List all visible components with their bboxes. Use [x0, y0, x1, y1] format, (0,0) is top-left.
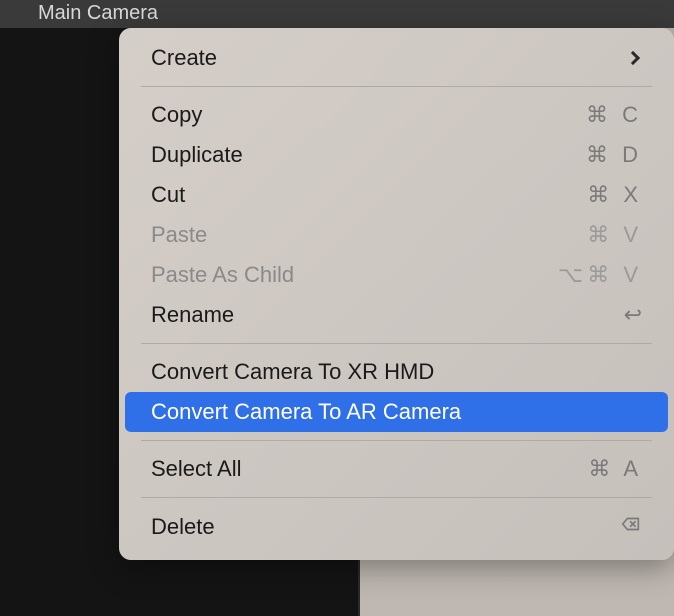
- menu-item-paste-as-child: Paste As Child ⌥⌘ V: [125, 255, 668, 295]
- menu-item-cut[interactable]: Cut ⌘ X: [125, 175, 668, 215]
- menu-item-delete[interactable]: Delete: [125, 506, 668, 548]
- menu-item-label: Cut: [151, 182, 587, 208]
- menu-item-label: Paste: [151, 222, 587, 248]
- menu-divider: [141, 440, 652, 441]
- menu-item-convert-ar[interactable]: Convert Camera To AR Camera: [125, 392, 668, 432]
- hierarchy-top-bar: Main Camera: [0, 0, 674, 28]
- menu-item-create[interactable]: Create: [125, 38, 668, 78]
- menu-item-label: Copy: [151, 102, 586, 128]
- menu-item-label: Select All: [151, 456, 588, 482]
- menu-item-label: Create: [151, 45, 628, 71]
- menu-shortcut: ⌘ C: [586, 102, 642, 128]
- menu-shortcut: ⌘ V: [587, 222, 642, 248]
- menu-item-duplicate[interactable]: Duplicate ⌘ D: [125, 135, 668, 175]
- menu-item-label: Duplicate: [151, 142, 586, 168]
- menu-shortcut: ⌘ X: [587, 182, 642, 208]
- hierarchy-item-label: Main Camera: [38, 2, 158, 24]
- delete-key-icon: [620, 513, 642, 541]
- menu-item-copy[interactable]: Copy ⌘ C: [125, 95, 668, 135]
- menu-item-select-all[interactable]: Select All ⌘ A: [125, 449, 668, 489]
- menu-item-label: Rename: [151, 302, 624, 328]
- menu-item-paste: Paste ⌘ V: [125, 215, 668, 255]
- menu-item-rename[interactable]: Rename ↩: [125, 295, 668, 335]
- menu-item-label: Paste As Child: [151, 262, 558, 288]
- hierarchy-item-main-camera[interactable]: Main Camera: [0, 0, 358, 28]
- menu-divider: [141, 343, 652, 344]
- menu-divider: [141, 497, 652, 498]
- menu-item-label: Convert Camera To AR Camera: [151, 399, 642, 425]
- menu-shortcut: ⌘ D: [586, 142, 642, 168]
- menu-shortcut: ⌘ A: [588, 456, 642, 482]
- menu-item-label: Convert Camera To XR HMD: [151, 359, 642, 385]
- context-menu: Create Copy ⌘ C Duplicate ⌘ D Cut ⌘ X Pa…: [119, 28, 674, 560]
- return-key-icon: ↩: [624, 302, 642, 328]
- menu-item-label: Delete: [151, 514, 620, 540]
- menu-divider: [141, 86, 652, 87]
- menu-item-convert-xr[interactable]: Convert Camera To XR HMD: [125, 352, 668, 392]
- menu-shortcut: ⌥⌘ V: [558, 262, 642, 288]
- chevron-right-icon: [626, 51, 640, 65]
